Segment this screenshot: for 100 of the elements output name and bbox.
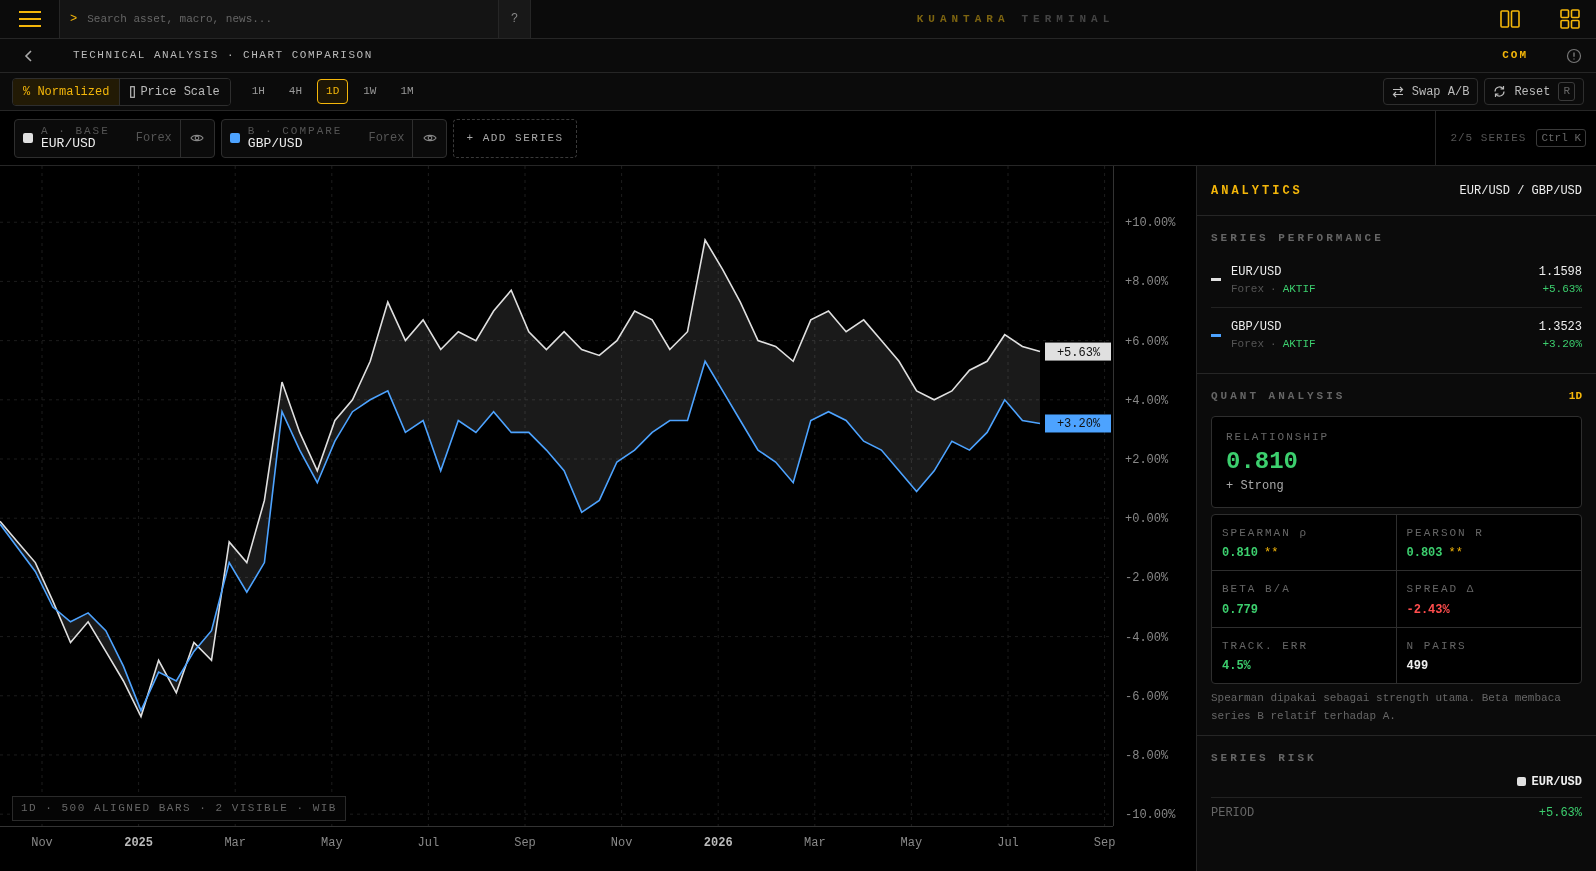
series-market: Forex [1231,337,1264,352]
metric-value: 0.810 [1222,545,1258,563]
scale-mode-tab[interactable]: Price Scale [119,78,230,105]
series-market: Forex [135,130,172,147]
swap-button[interactable]: Swap A/B [1382,78,1479,105]
metric-label: RELATIONSHIP [1226,430,1331,445]
status-label: AKTIF [1282,337,1316,352]
series-slot: B · COMPARE [247,124,343,137]
status-label: AKTIF [1282,281,1316,297]
note-text: Spearman dipakai sebagai strength utama. Beta membaca series B relatif terhadap A. [1211,691,1562,724]
x-axis-label: Mar [804,836,826,850]
separator-dot: · [1270,337,1277,352]
metric-value: 4.5% [1222,658,1251,676]
series-market: Forex [368,130,405,147]
metric-value: -2.43% [1406,601,1450,619]
x-axis-label: 2026 [703,836,733,850]
info-icon[interactable] [1566,47,1582,64]
prompt-symbol: > [70,11,78,28]
reset-button[interactable]: Reset R [1484,78,1584,105]
timeframe-tab[interactable]: 1D [317,79,349,104]
x-axis-label: Nov [31,836,53,850]
y-axis-label: +10.00% [1125,216,1176,231]
x-axis-label: Sep [1093,836,1116,850]
panel-title: ANALYTICS [1211,182,1303,200]
swap-icon [1391,85,1404,98]
brand-suffix: TERMINAL [1021,11,1115,27]
scale-mode-tab[interactable]: % Normalized [13,78,120,105]
chart-status-label: 1D · 500 ALIGNED BARS · 2 VISIBLE · WIB [12,796,346,821]
section-title: SERIES PERFORMANCE [1211,231,1385,246]
series-price: 1.3523 [1538,319,1582,336]
risk-label: PERIOD [1211,804,1255,822]
series-symbol: GBP/USD [1231,319,1283,336]
x-axis-label: Mar [224,836,246,850]
timeframe-tab[interactable]: 4H [279,79,312,104]
back-icon[interactable] [24,48,34,63]
series-change: +5.63% [1541,281,1582,297]
series-count: 2/5 SERIES [1450,130,1527,146]
y-axis-label: +4.00% [1125,393,1169,408]
pair-label: EUR/USD / GBP/USD [1459,182,1582,200]
y-axis-label: -4.00% [1125,630,1169,645]
y-axis-label: -10.00% [1125,808,1176,823]
metric-label: BETA B/A [1222,582,1292,598]
refresh-icon [1493,85,1507,98]
help-button[interactable]: ? [499,0,531,38]
series-symbol: EUR/USD [41,136,97,152]
timeframe-label: 1D [1568,388,1582,404]
x-axis-label: May [321,836,343,850]
search-box[interactable]: > Search asset, macro, news... [59,0,499,38]
x-axis-label: May [900,836,923,850]
strength-label: + Strong [1226,477,1285,495]
x-axis-label: 2025 [124,836,153,850]
y-axis-label: +6.00% [1125,334,1169,349]
series-price: 1.1598 [1538,263,1582,281]
metric-label: SPREAD Δ [1406,582,1477,598]
series-card[interactable]: A · BASE EUR/USD Forex [14,118,215,158]
metric-value: 0.779 [1222,601,1258,619]
metric-label: TRACK. ERR [1222,638,1309,654]
timeframe-tab[interactable]: 1W [354,79,386,104]
x-axis-label: Sep [514,836,536,850]
price-badge: +5.63% [1045,342,1111,361]
y-axis-label: -2.00% [1125,571,1169,586]
y-axis-label: +2.00% [1125,453,1169,467]
y-axis-label: -6.00% [1125,689,1169,704]
metric-value: 499 [1406,658,1429,676]
series-market: Forex [1231,281,1264,297]
metric-label: SPEARMAN ρ [1222,525,1309,541]
price-badge: +3.20% [1045,414,1111,433]
y-axis-label: +0.00% [1125,512,1169,527]
series-card[interactable]: B · COMPARE GBP/USD Forex [220,118,448,158]
bar-icon [130,85,136,98]
eye-icon[interactable] [422,133,437,143]
series-symbol: EUR/USD [1531,773,1582,791]
metric-label: N PAIRS [1406,638,1468,654]
relationship-value: 0.810 [1226,446,1299,477]
add-series-button[interactable]: + ADD SERIES [453,118,577,158]
y-axis-label: +8.00% [1125,275,1169,290]
series-slot: A · BASE [41,124,110,137]
x-axis-label: Nov [610,836,633,850]
timeframe-tab[interactable]: 1M [391,79,423,104]
section-title: QUANT ANALYSIS [1211,388,1346,404]
metric-value: 0.803 [1406,545,1443,563]
section-title: SERIES RISK [1211,751,1318,767]
timeframe-tab[interactable]: 1H [242,79,274,104]
brand-name: KUANTARA [916,11,1010,27]
metric-label: PEARSON R [1406,525,1485,541]
risk-value: +5.63% [1538,804,1582,822]
shortcut-key: Ctrl K [1536,128,1586,148]
series-symbol: EUR/USD [1231,263,1283,281]
grid-view-icon[interactable] [1560,9,1580,29]
series-change: +3.20% [1541,337,1582,352]
search-field[interactable]: Search asset, macro, news... [85,9,488,29]
significance-mark: ** [1448,545,1463,563]
menu-icon[interactable] [17,10,42,28]
eye-icon[interactable] [190,133,205,143]
mode-label: COM [1502,48,1528,64]
x-axis-label: Jul [417,836,440,850]
shortcut-key: R [1558,82,1575,101]
series-symbol: GBP/USD [247,136,304,152]
x-axis-label: Jul [997,836,1019,850]
split-view-icon[interactable] [1500,10,1520,28]
